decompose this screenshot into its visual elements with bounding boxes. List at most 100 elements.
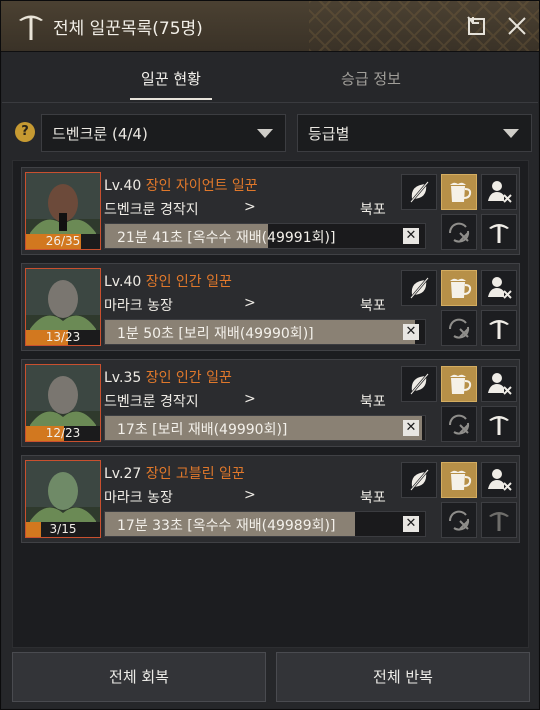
recover-all-button[interactable]: 전체 회복 xyxy=(12,652,266,702)
pickaxe-icon xyxy=(19,15,43,40)
beer-mug-icon xyxy=(450,182,472,202)
cancel-task-icon[interactable]: ✕ xyxy=(403,420,419,436)
fire-worker-button[interactable] xyxy=(481,174,517,210)
popout-icon[interactable] xyxy=(465,14,489,38)
worker-name: 장인 인간 일꾼 xyxy=(145,274,232,290)
worker-portrait: 3/15 xyxy=(25,460,101,538)
title-bar: 전체 일꾼목록(75명) xyxy=(1,1,539,52)
stamina-bar: 12/23 xyxy=(26,426,100,441)
worker-skill-button[interactable] xyxy=(481,502,517,538)
stamina-text: 26/35 xyxy=(45,234,81,248)
town-dropdown[interactable]: 드벤크룬 (4/4) xyxy=(41,114,286,152)
route-arrow: > xyxy=(244,391,256,407)
worker-row[interactable]: 12/23 Lv.35 장인 인간 일꾼 드벤크룬 경작지 > 북포 17초 [… xyxy=(21,359,520,447)
remove-user-icon xyxy=(488,373,512,395)
window-title: 전체 일꾼목록(75명) xyxy=(53,19,203,39)
sort-dropdown[interactable]: 등급별 xyxy=(297,114,532,152)
beer-mug-icon xyxy=(450,374,472,394)
worker-level: Lv.40 xyxy=(104,274,142,290)
worker-row[interactable]: 13/23 Lv.40 장인 인간 일꾼 마라크 농장 > 북포 1분 50초 … xyxy=(21,263,520,351)
worker-level: Lv.35 xyxy=(104,370,142,386)
worker-portrait: 13/23 xyxy=(25,268,101,346)
task-progress: 17분 33초 [옥수수 재배(49989회)] ✕ xyxy=(104,511,426,537)
worker-list-window: 전체 일꾼목록(75명) 일꾼 현황 승급 정보 ? 드벤크룬 (4/4) 등급… xyxy=(0,0,540,710)
stamina-text: 3/15 xyxy=(49,522,77,536)
repeat-work-button[interactable] xyxy=(441,406,477,442)
cancel-task-icon[interactable]: ✕ xyxy=(403,324,419,340)
repeat-cancel-icon xyxy=(448,222,470,243)
stop-work-button[interactable] xyxy=(401,462,437,498)
recover-stamina-button[interactable] xyxy=(441,366,477,402)
chevron-down-icon xyxy=(257,129,273,138)
close-icon[interactable] xyxy=(505,14,529,38)
worker-list[interactable]: 26/35 Lv.40 장인 자이언트 일꾼 드벤크룬 경작지 > 북포 21분… xyxy=(12,160,529,648)
stop-work-button[interactable] xyxy=(401,270,437,306)
active-tab-indicator xyxy=(130,98,212,100)
worker-row[interactable]: 26/35 Lv.40 장인 자이언트 일꾼 드벤크룬 경작지 > 북포 21분… xyxy=(21,167,520,255)
town-dropdown-label: 드벤크룬 (4/4) xyxy=(52,125,148,143)
beer-mug-icon xyxy=(450,470,472,490)
worker-name: 장인 인간 일꾼 xyxy=(145,370,232,386)
route-arrow: > xyxy=(244,295,256,311)
stamina-text: 12/23 xyxy=(45,426,81,440)
tab-bar: 일꾼 현황 승급 정보 xyxy=(2,52,538,104)
recover-stamina-button[interactable] xyxy=(441,270,477,306)
worker-skill-button[interactable] xyxy=(481,214,517,250)
pickaxe-icon xyxy=(489,416,509,435)
worker-name: 장인 자이언트 일꾼 xyxy=(145,178,258,194)
worker-skill-button[interactable] xyxy=(481,310,517,346)
repeat-all-button[interactable]: 전체 반복 xyxy=(276,652,530,702)
worker-location: 마라크 농장 xyxy=(104,298,173,314)
leaf-slash-icon xyxy=(410,373,429,395)
task-progress: 21분 41초 [옥수수 재배(49991회)] ✕ xyxy=(104,223,426,249)
stamina-bar: 3/15 xyxy=(26,522,100,537)
worker-level: Lv.27 xyxy=(104,466,142,482)
worker-portrait: 12/23 xyxy=(25,364,101,442)
remove-user-icon xyxy=(488,277,512,299)
fire-worker-button[interactable] xyxy=(481,462,517,498)
worker-portrait: 26/35 xyxy=(25,172,101,250)
recover-stamina-button[interactable] xyxy=(441,174,477,210)
fire-worker-button[interactable] xyxy=(481,270,517,306)
tab-worker-status[interactable]: 일꾼 현황 xyxy=(130,68,212,89)
repeat-work-button[interactable] xyxy=(441,502,477,538)
task-text: 17분 33초 [옥수수 재배(49989회)] xyxy=(117,518,336,534)
worker-location: 마라크 농장 xyxy=(104,490,173,506)
chevron-down-icon xyxy=(503,129,519,138)
worker-row[interactable]: 3/15 Lv.27 장인 고블린 일꾼 마라크 농장 > 북포 17분 33초… xyxy=(21,455,520,543)
help-icon[interactable]: ? xyxy=(15,122,35,142)
cancel-task-icon[interactable]: ✕ xyxy=(403,516,419,532)
route-arrow: > xyxy=(244,199,256,215)
task-text: 1분 50초 [보리 재배(49990회)] xyxy=(117,326,314,342)
remove-user-icon xyxy=(488,469,512,491)
worker-location: 드벤크룬 경작지 xyxy=(104,394,199,410)
repeat-cancel-icon xyxy=(448,510,470,531)
remove-user-icon xyxy=(488,181,512,203)
stop-work-button[interactable] xyxy=(401,174,437,210)
leaf-slash-icon xyxy=(410,277,429,299)
stop-work-button[interactable] xyxy=(401,366,437,402)
worker-level: Lv.40 xyxy=(104,178,142,194)
pickaxe-icon xyxy=(489,224,509,243)
leaf-slash-icon xyxy=(410,181,429,203)
window-body: 일꾼 현황 승급 정보 ? 드벤크룬 (4/4) 등급별 26/35 Lv.40… xyxy=(2,52,538,708)
stamina-bar: 13/23 xyxy=(26,330,100,345)
stamina-bar: 26/35 xyxy=(26,234,100,249)
fire-worker-button[interactable] xyxy=(481,366,517,402)
recover-stamina-button[interactable] xyxy=(441,462,477,498)
tabs-divider xyxy=(2,102,538,103)
stamina-text: 13/23 xyxy=(45,330,81,344)
repeat-cancel-icon xyxy=(448,414,470,435)
worker-name: 장인 고블린 일꾼 xyxy=(145,466,245,482)
repeat-cancel-icon xyxy=(448,318,470,339)
task-text: 21분 41초 [옥수수 재배(49991회)] xyxy=(117,230,336,246)
worker-destination: 북포 xyxy=(360,490,386,506)
repeat-work-button[interactable] xyxy=(441,214,477,250)
cancel-task-icon[interactable]: ✕ xyxy=(403,228,419,244)
task-progress: 17초 [보리 재배(49990회)] ✕ xyxy=(104,415,426,441)
worker-skill-button[interactable] xyxy=(481,406,517,442)
tab-promotion-info[interactable]: 승급 정보 xyxy=(330,68,412,89)
worker-location: 드벤크룬 경작지 xyxy=(104,202,199,218)
repeat-work-button[interactable] xyxy=(441,310,477,346)
worker-destination: 북포 xyxy=(360,394,386,410)
